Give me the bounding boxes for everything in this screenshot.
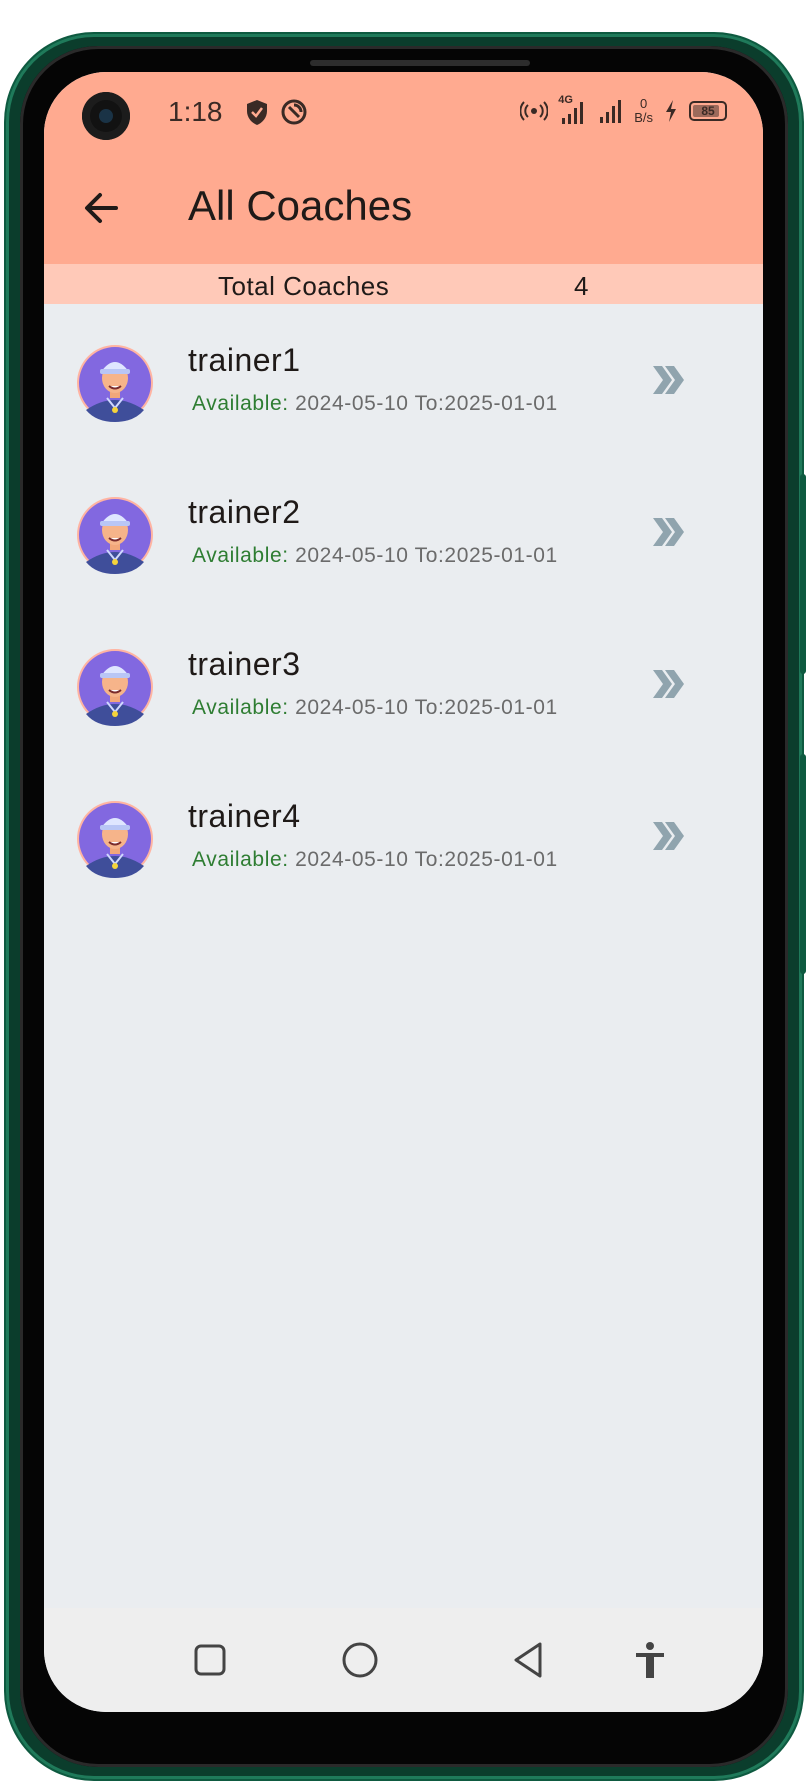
page-title: All Coaches	[188, 182, 413, 229]
recents-button[interactable]	[186, 1636, 234, 1684]
coach-avatar-icon	[77, 345, 153, 422]
screen: 1:18 4G 0 B/s 85 All Coaches Total Coach…	[44, 72, 763, 1712]
coach-availability: Available: 2024-05-10 To:2025-01-01	[192, 696, 558, 720]
coach-name: trainer4	[188, 798, 301, 834]
availability-range: 2024-05-10 To:2025-01-01	[288, 544, 558, 567]
hotspot-icon	[520, 101, 549, 121]
side-button	[800, 474, 806, 674]
triangle-back-icon	[514, 1642, 542, 1678]
coach-availability: Available: 2024-05-10 To:2025-01-01	[192, 848, 558, 872]
availability-label: Available:	[192, 848, 289, 871]
coach-avatar-icon	[77, 497, 153, 574]
total-coaches-count: 4	[574, 271, 589, 301]
signal-icon	[600, 100, 622, 123]
status-time: 1:18	[168, 96, 223, 127]
availability-label: Available:	[192, 392, 289, 415]
coach-availability: Available: 2024-05-10 To:2025-01-01	[192, 544, 558, 568]
earpiece	[310, 60, 530, 66]
sync-blocked-icon	[280, 98, 308, 126]
coach-name: trainer3	[188, 646, 301, 682]
total-coaches-label: Total Coaches	[218, 271, 390, 301]
accessibility-button[interactable]	[626, 1636, 674, 1684]
app-bar: 1:18 4G 0 B/s 85 All Coaches	[44, 72, 763, 264]
availability-range: 2024-05-10 To:2025-01-01	[288, 848, 558, 871]
shield-icon	[244, 98, 270, 126]
home-button[interactable]	[336, 1636, 384, 1684]
double-chevron-right-icon[interactable]	[650, 666, 686, 702]
network-speed: 0 B/s	[634, 96, 653, 125]
battery-icon: 85	[689, 101, 727, 121]
coach-name: trainer1	[188, 342, 301, 378]
availability-label: Available:	[192, 544, 289, 567]
coach-avatar-icon	[77, 801, 153, 878]
coach-avatar-icon	[77, 649, 153, 726]
coach-row[interactable]: trainer3 Available: 2024-05-10 To:2025-0…	[44, 608, 763, 760]
double-chevron-right-icon[interactable]	[650, 362, 686, 398]
availability-range: 2024-05-10 To:2025-01-01	[288, 392, 558, 415]
back-button[interactable]	[72, 180, 128, 236]
side-button	[800, 754, 806, 974]
square-icon	[194, 1644, 226, 1676]
total-coaches-bar: Total Coaches 4	[44, 264, 763, 304]
system-back-button[interactable]	[504, 1636, 552, 1684]
availability-range: 2024-05-10 To:2025-01-01	[288, 696, 558, 719]
accessibility-icon	[636, 1642, 664, 1678]
coach-name: trainer2	[188, 494, 301, 530]
double-chevron-right-icon[interactable]	[650, 818, 686, 854]
coach-row[interactable]: trainer4 Available: 2024-05-10 To:2025-0…	[44, 760, 763, 912]
front-camera	[82, 92, 130, 140]
coach-availability: Available: 2024-05-10 To:2025-01-01	[192, 392, 558, 416]
status-icons: 4G 0 B/s 85	[520, 94, 727, 128]
coach-row[interactable]: trainer1 Available: 2024-05-10 To:2025-0…	[44, 304, 763, 456]
circle-icon	[342, 1642, 378, 1678]
system-nav-bar	[44, 1608, 763, 1712]
charging-icon	[666, 100, 676, 122]
arrow-back-icon	[85, 193, 118, 223]
coach-row[interactable]: trainer2 Available: 2024-05-10 To:2025-0…	[44, 456, 763, 608]
signal-4g-icon: 4G	[558, 94, 588, 126]
coach-list: trainer1 Available: 2024-05-10 To:2025-0…	[44, 304, 763, 912]
availability-label: Available:	[192, 696, 289, 719]
double-chevron-right-icon[interactable]	[650, 514, 686, 550]
